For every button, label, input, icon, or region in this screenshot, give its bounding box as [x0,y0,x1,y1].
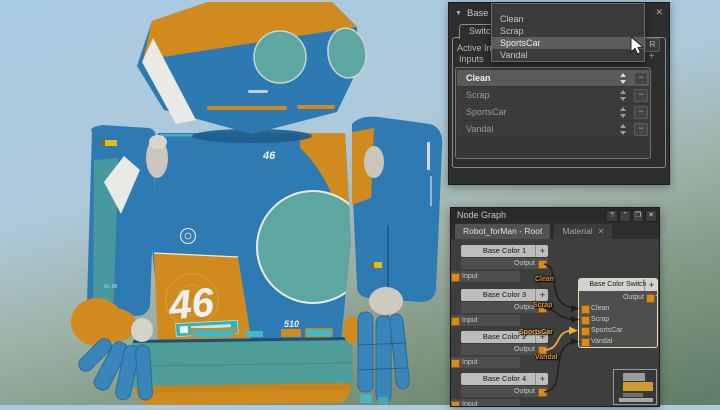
minimap[interactable] [613,369,657,405]
input-port-sportscar[interactable] [581,327,590,336]
input-row-label: Clean [466,73,491,83]
wire-label-clean: Clean [535,276,554,283]
robot-skirt [131,329,353,405]
active-input-dropdown: Clean Scrap SportsCar Vandal [491,3,645,62]
input-row-scrap[interactable]: Scrap − [457,87,649,103]
tab-close-icon[interactable]: ✕ [598,227,605,236]
chest-circle [257,191,369,303]
dropdown-option-sportscar[interactable]: SportsCar [492,37,644,49]
wire-label-scrap: Scrap [533,302,552,309]
input-row-label: Scrap [466,90,490,100]
node-add-icon[interactable]: + [644,279,654,291]
robot-left-arm: XL-08 [87,125,156,316]
close-icon[interactable]: ✕ [645,210,657,222]
input-port-label: Input [462,359,478,366]
tab-material[interactable]: Material ✕ [554,224,612,239]
node-add-icon[interactable]: + [535,289,545,301]
node-base-color-2[interactable]: Base Color 2 + Output Input [451,331,548,368]
reorder-spinner-icon[interactable] [619,73,627,84]
input-port[interactable] [451,273,460,282]
input-port-clean[interactable] [581,305,590,314]
node-graph-canvas[interactable]: Base Color 1 + Output Input Base Color 3… [451,239,659,406]
node-title: Base Color Switch [589,281,646,288]
reorder-spinner-icon[interactable] [619,124,627,135]
dropdown-option-clean[interactable]: Clean [492,13,644,25]
inputs-label: Inputs [459,54,484,64]
arm-marking-text: XL-08 [104,284,118,290]
node-add-icon[interactable]: + [535,245,545,257]
randomize-button[interactable]: R [645,38,660,52]
node-title: Base Color 1 [483,246,526,255]
node-base-color-1[interactable]: Base Color 1 + Output Input [451,245,548,282]
reorder-spinner-icon[interactable] [619,107,627,118]
eye-left [254,31,306,83]
remove-input-button[interactable]: − [634,123,648,136]
node-graph-panel: Node Graph ? ⌃ ❐ ✕ Robot_forMan - Root M… [450,207,660,407]
close-icon[interactable]: ✕ [655,7,663,18]
input-row-vandal[interactable]: Vandal − [457,121,649,137]
node-title: Base Color 3 [483,290,526,299]
input-port-label: Input [462,317,478,324]
node-title: Base Color 4 [483,374,526,383]
output-port[interactable] [538,260,547,269]
input-port-vandal[interactable] [581,338,590,347]
input-port-label: Input [462,401,478,406]
reorder-spinner-icon[interactable] [619,90,627,101]
input-port[interactable] [451,359,460,368]
wire-label-vandal: Vandal [535,354,558,361]
node-graph-tabs: Robot_forMan - Root Material ✕ [451,222,659,239]
inputs-list: Clean − Scrap − SportsCar − Vandal − [455,67,651,159]
dropdown-option-vandal[interactable]: Vandal [492,49,644,61]
node-add-icon[interactable]: + [535,373,545,385]
remove-input-button[interactable]: − [634,72,648,85]
mouse-cursor [630,36,646,56]
output-port-label: Output [514,304,535,311]
input-row-clean[interactable]: Clean − [457,70,649,86]
node-base-color-switch[interactable]: Base Color Switch + Output Clean Scrap S… [579,279,657,347]
input-port-label-clean: Clean [591,305,609,312]
remove-input-button[interactable]: − [634,106,648,119]
mouth-slot [248,90,268,93]
dock-icon[interactable]: ⌃ [619,210,631,222]
output-port-label: Output [514,346,535,353]
code-number-text: 510 [284,319,299,329]
output-port[interactable] [538,388,547,397]
tab-root[interactable]: Robot_forMan - Root [455,224,550,239]
node-graph-title-bar: Node Graph ? ⌃ ❐ ✕ [451,208,659,222]
node-base-color-4[interactable]: Base Color 4 + Output Input [451,373,548,406]
input-row-label: SportsCar [466,107,507,117]
input-port-label-sportscar: SportsCar [591,327,623,334]
dropdown-option-scrap[interactable]: Scrap [492,25,644,37]
input-port-label-vandal: Vandal [591,338,612,345]
node-graph-title: Node Graph [457,210,506,220]
base-color-switch-panel: ▼ Base Color Switch ✕ Switch Active Inpu… [448,2,670,185]
robot-torso: 46 46 510 [146,133,369,344]
input-row-sportscar[interactable]: SportsCar − [457,104,649,120]
wire-label-sportscar: SportsCar [519,329,553,336]
input-port-label-scrap: Scrap [591,316,609,323]
output-port-label: Output [514,388,535,395]
panel-number-text: 46 [166,280,216,328]
input-port-label: Input [462,273,478,280]
output-port-label: Output [623,294,644,301]
input-port-scrap[interactable] [581,316,590,325]
add-input-button[interactable]: + [646,52,657,63]
tab-material-label: Material [562,226,592,236]
input-port[interactable] [451,317,460,326]
float-icon[interactable]: ❐ [632,210,644,222]
robot-head [137,2,369,143]
remove-input-button[interactable]: − [634,89,648,102]
chest-number-text: 46 [262,150,276,162]
input-port[interactable] [451,401,460,407]
input-row-label: Vandal [466,124,493,134]
output-port[interactable] [646,294,655,303]
output-port-label: Output [514,260,535,267]
help-icon[interactable]: ? [606,210,618,222]
collapse-icon[interactable]: ▼ [455,10,462,17]
